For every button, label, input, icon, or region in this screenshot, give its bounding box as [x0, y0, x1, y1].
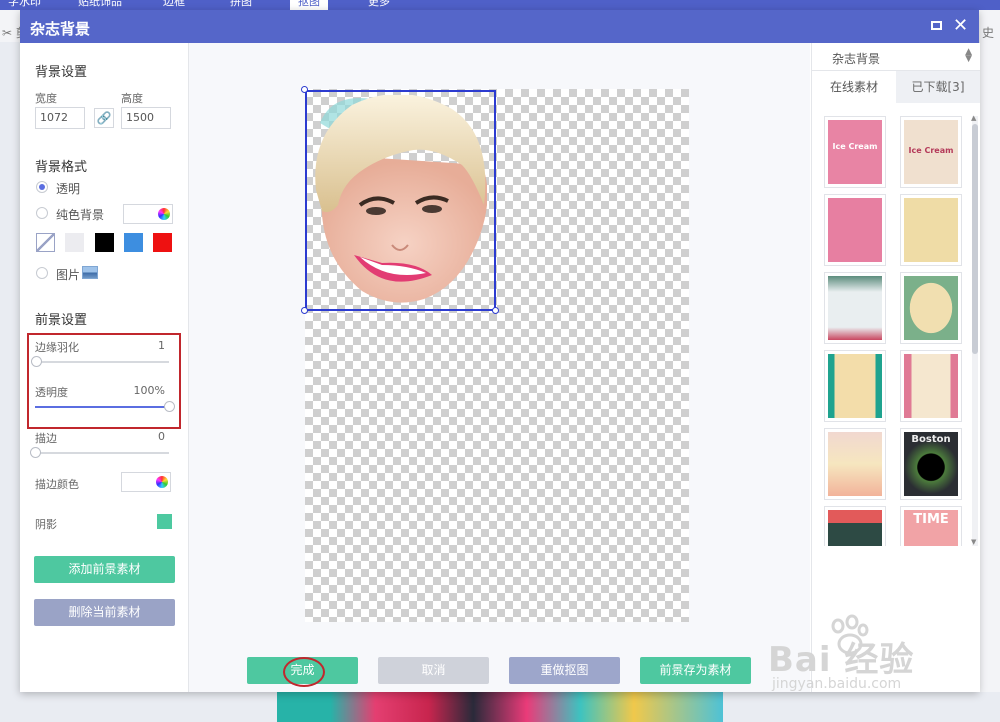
app-tab-more[interactable]: 更多 — [360, 0, 398, 10]
app-tab-watermark[interactable]: 字水印 — [0, 0, 49, 10]
swatch-blue[interactable] — [124, 233, 143, 252]
material-thumbnail[interactable] — [824, 428, 886, 500]
swatch-red[interactable] — [153, 233, 172, 252]
close-button[interactable]: ✕ — [953, 15, 969, 36]
material-thumbnail[interactable] — [900, 272, 962, 344]
stroke-color-label: 描边颜色 — [35, 478, 79, 491]
image-icon[interactable] — [82, 266, 98, 279]
canvas-area: 完成 取消 重做抠图 前景存为素材 — [189, 43, 810, 692]
add-foreground-button[interactable]: 添加前景素材 — [34, 556, 175, 583]
material-thumbnail[interactable] — [900, 350, 962, 422]
watermark-brand: Bai 经验 — [768, 640, 915, 680]
scroll-down-icon[interactable]: ▼ — [971, 538, 976, 546]
tab-online-materials[interactable]: 在线素材 — [812, 71, 896, 103]
done-highlight-circle — [283, 657, 325, 687]
highlight-annotation-box — [27, 333, 181, 429]
color-wheel-icon — [158, 208, 170, 220]
material-thumbnail[interactable] — [824, 194, 886, 266]
app-tab-collage[interactable]: 拼图 — [222, 0, 260, 10]
resize-handle-bottom-right[interactable] — [492, 307, 499, 314]
lock-ratio-button[interactable]: 🔗 — [94, 108, 114, 128]
stroke-label: 描边 — [35, 432, 57, 445]
width-input[interactable]: 1072 — [35, 107, 85, 129]
shadow-color-swatch[interactable] — [157, 514, 172, 529]
radio-transparent[interactable] — [36, 181, 48, 193]
bg-format-title: 背景格式 — [35, 160, 88, 175]
material-thumbnail[interactable] — [824, 350, 886, 422]
background-photo-strip — [277, 692, 723, 722]
category-select-value: 杂志背景 — [832, 52, 881, 66]
category-select[interactable]: 杂志背景 ▲ ▼ — [812, 43, 980, 71]
fg-settings-title: 前景设置 — [35, 313, 88, 328]
stroke-slider-knob[interactable] — [30, 447, 41, 458]
app-tab-cutout[interactable]: 抠图 — [290, 0, 328, 10]
app-right-edge — [979, 42, 1000, 692]
resize-handle-top-left[interactable] — [301, 86, 308, 93]
material-thumbnail[interactable] — [824, 506, 886, 546]
height-input[interactable]: 1500 — [121, 107, 171, 129]
save-foreground-button[interactable]: 前景存为素材 — [640, 657, 751, 684]
scroll-up-icon[interactable]: ▲ — [971, 114, 976, 122]
close-icon: ✕ — [953, 15, 969, 36]
radio-solid[interactable] — [36, 207, 48, 219]
solid-color-picker[interactable] — [123, 204, 173, 224]
stroke-value: 0 — [158, 430, 165, 443]
maximize-button[interactable] — [931, 18, 942, 30]
redo-cutout-button[interactable]: 重做抠图 — [509, 657, 620, 684]
material-scrollbar[interactable]: ▲ ▼ — [971, 114, 978, 546]
magazine-background-dialog: 杂志背景 ✕ 背景设置 宽度 高度 1072 🔗 1500 背景格式 透明 纯色… — [20, 10, 980, 692]
radio-solid-label: 纯色背景 — [56, 208, 105, 222]
color-wheel-icon — [156, 476, 168, 488]
material-panel: 杂志背景 ▲ ▼ 在线素材 已下载[3] Ice Cream Ice Cream … — [811, 43, 980, 692]
updown-arrow-icon: ▲ ▼ — [965, 47, 972, 64]
radio-image[interactable] — [36, 267, 48, 279]
dialog-title: 杂志背景 — [30, 20, 91, 38]
selection-box[interactable] — [305, 90, 496, 311]
stroke-color-picker[interactable] — [121, 472, 171, 492]
maximize-icon — [931, 21, 942, 30]
swatch-none[interactable] — [36, 233, 55, 252]
material-thumbnail-grid: Ice Cream Ice Cream Boston TIME — [824, 116, 970, 546]
app-tab-stickers[interactable]: 贴纸饰品 — [70, 0, 130, 10]
material-scrollbar-thumb[interactable] — [972, 124, 978, 354]
shadow-label: 阴影 — [35, 518, 57, 531]
width-label: 宽度 — [35, 92, 57, 105]
resize-handle-bottom-left[interactable] — [301, 307, 308, 314]
stroke-slider-track[interactable] — [35, 452, 169, 454]
height-label: 高度 — [121, 92, 143, 105]
material-thumbnail[interactable]: TIME — [900, 506, 962, 546]
settings-panel: 背景设置 宽度 高度 1072 🔗 1500 背景格式 透明 纯色背景 图片 前… — [20, 43, 189, 692]
app-tab-bar: 字水印 贴纸饰品 边框 拼图 抠图 更多 — [0, 0, 1000, 10]
material-thumbnail[interactable]: Boston — [900, 428, 962, 500]
swatch-light-gray[interactable] — [65, 233, 84, 252]
tab-downloaded[interactable]: 已下载[3] — [896, 71, 980, 103]
material-thumbnail[interactable]: Ice Cream — [900, 116, 962, 188]
toolbar-history-item[interactable]: 史 — [982, 24, 994, 41]
delete-foreground-button[interactable]: 删除当前素材 — [34, 599, 175, 626]
link-icon: 🔗 — [96, 111, 112, 125]
dialog-title-bar: 杂志背景 ✕ — [20, 10, 979, 43]
radio-transparent-label: 透明 — [56, 182, 81, 196]
app-tab-frame[interactable]: 边框 — [155, 0, 193, 10]
material-thumbnail[interactable]: Ice Cream — [824, 116, 886, 188]
material-tabs: 在线素材 已下载[3] — [812, 71, 980, 103]
cancel-button[interactable]: 取消 — [378, 657, 489, 684]
material-thumbnail[interactable] — [900, 194, 962, 266]
bg-settings-title: 背景设置 — [35, 65, 88, 80]
watermark-url: jingyan.baidu.com — [772, 676, 902, 692]
swatch-black[interactable] — [95, 233, 114, 252]
radio-image-label: 图片 — [56, 268, 81, 282]
material-thumbnail[interactable] — [824, 272, 886, 344]
